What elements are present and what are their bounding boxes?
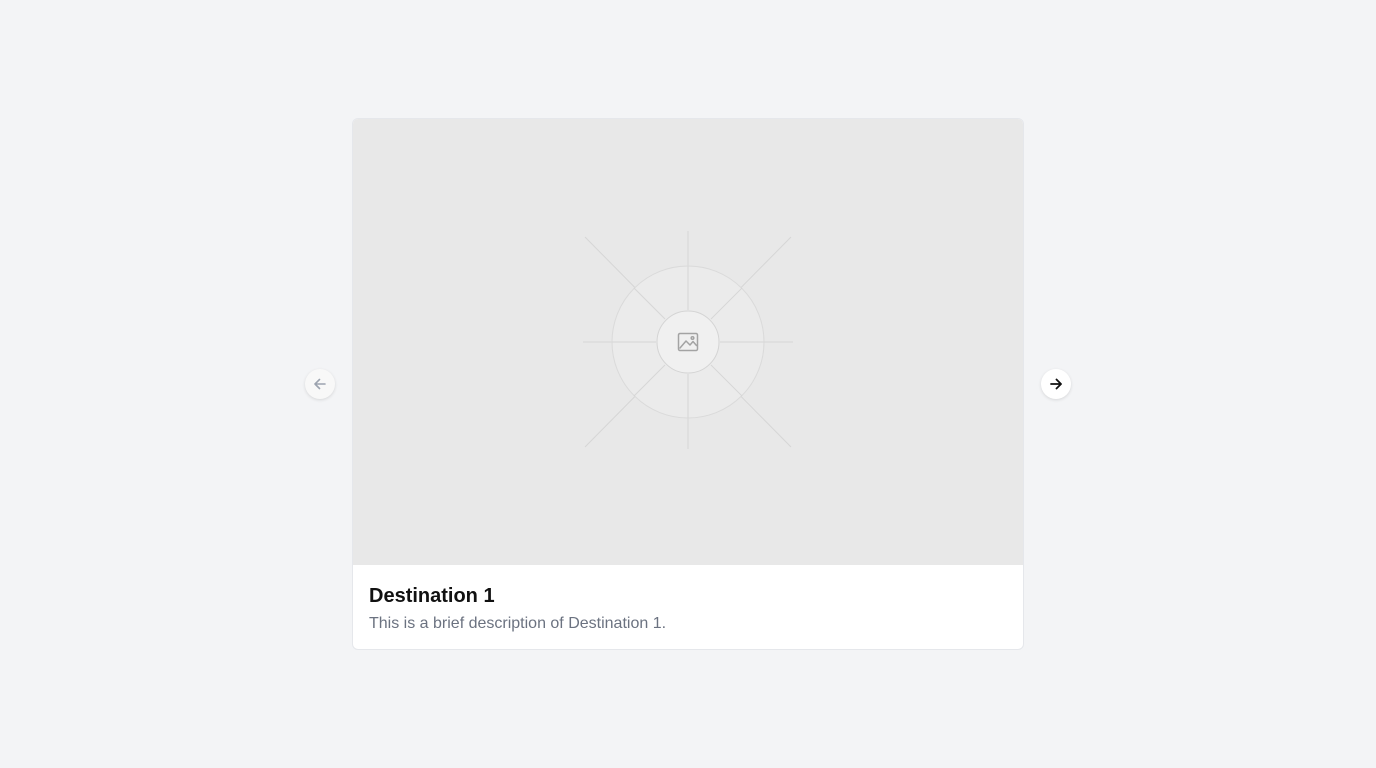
destination-card: Destination 1 This is a brief descriptio… <box>352 118 1024 650</box>
destination-title: Destination 1 <box>369 585 495 607</box>
next-button[interactable] <box>1041 369 1071 399</box>
image-placeholder-graphic <box>583 231 793 449</box>
destination-image <box>353 119 1023 565</box>
carousel: Destination 1 This is a brief descriptio… <box>0 0 1376 768</box>
arrow-left-icon <box>314 378 326 390</box>
card-body: Destination 1 This is a brief descriptio… <box>353 565 1023 635</box>
arrow-right-icon <box>1050 378 1062 390</box>
destination-description: This is a brief description of Destinati… <box>369 615 667 632</box>
previous-button[interactable] <box>305 369 335 399</box>
